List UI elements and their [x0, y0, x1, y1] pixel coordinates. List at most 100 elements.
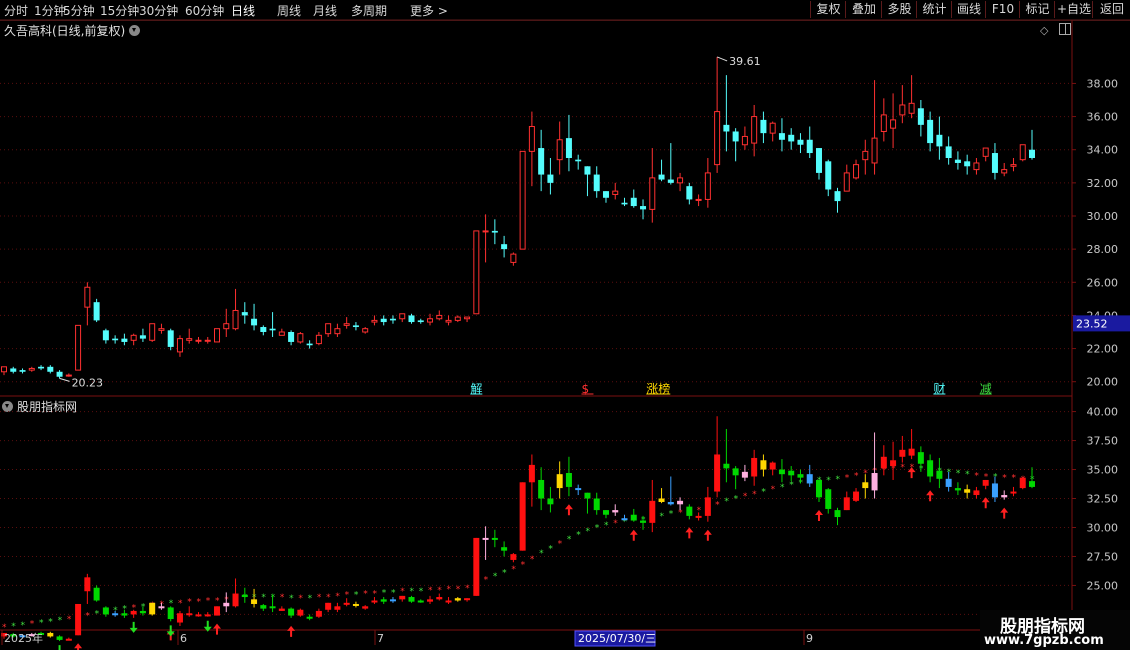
- candle-body: [491, 230, 498, 233]
- candle-body: [399, 313, 406, 320]
- dot-marker: *: [409, 587, 414, 597]
- sub-candle-body: [815, 479, 822, 498]
- y-tick-label: 35.00: [1087, 464, 1119, 477]
- dot-marker: *: [836, 475, 841, 485]
- dot-marker: *: [447, 585, 452, 595]
- sub-candle-body: [380, 599, 387, 602]
- sub-candle-body: [565, 473, 572, 487]
- sub-candle-body: [584, 492, 591, 499]
- sub-candle-body: [704, 497, 711, 516]
- sub-candle-body: [445, 600, 452, 603]
- sub-candle-body: [149, 602, 156, 615]
- sub-candle-body: [473, 537, 480, 596]
- candle-body: [139, 335, 146, 339]
- sub-candle-body: [945, 478, 952, 487]
- price-tag-label: 23.52: [1076, 317, 1108, 330]
- sub-candle-body: [825, 489, 832, 509]
- sub-candle-body: [602, 510, 609, 515]
- up-arrow-icon: [564, 504, 573, 516]
- y-tick-label: 36.00: [1087, 111, 1119, 124]
- dot-marker: *: [595, 523, 600, 533]
- sub-candle-body: [621, 518, 628, 521]
- candle-body: [612, 190, 619, 195]
- dot-marker: *: [669, 510, 674, 520]
- candle-body: [28, 367, 35, 371]
- y-tick-label: 26.00: [1087, 276, 1119, 289]
- dot-marker: *: [1002, 474, 1007, 484]
- dot-marker: *: [761, 488, 766, 498]
- sub-candle-body: [176, 613, 183, 623]
- candle-body: [815, 148, 822, 173]
- candle-body: [890, 119, 897, 129]
- candle-body: [853, 164, 860, 179]
- sub-candle-body: [167, 607, 174, 620]
- dot-marker: *: [298, 594, 303, 604]
- cursor-date-label: 2025/07/30/三: [578, 632, 656, 645]
- dot-marker: *: [576, 530, 581, 540]
- dot-marker: *: [660, 512, 665, 522]
- dot-marker: *: [48, 617, 53, 627]
- candle-body: [473, 230, 480, 315]
- dot-marker: *: [539, 549, 544, 559]
- sub-candle-body: [991, 483, 998, 498]
- candle-body: [269, 328, 276, 331]
- candle-body: [47, 366, 54, 372]
- sub-candle-body: [315, 610, 322, 617]
- sub-candle-body: [399, 595, 406, 600]
- watermark-url: www.7gpzb.com: [984, 633, 1104, 648]
- up-arrow-icon: [1000, 507, 1009, 519]
- dot-marker: *: [521, 561, 526, 571]
- y-tick-label: 32.00: [1087, 177, 1119, 190]
- y-tick-label: 30.00: [1087, 210, 1119, 223]
- sub-candle-body: [547, 498, 554, 505]
- candle-body: [158, 328, 165, 331]
- candle-body: [788, 134, 795, 142]
- candle-body: [769, 122, 776, 134]
- sub-candle-body: [751, 457, 758, 477]
- sub-candle-body: [251, 599, 258, 604]
- candle-body: [640, 206, 647, 210]
- dot-marker: *: [308, 594, 313, 604]
- sub-candle-body: [47, 632, 54, 637]
- sub-candle-body: [408, 597, 415, 602]
- candle-body: [371, 319, 378, 323]
- dot-marker: *: [1011, 474, 1016, 484]
- candle-body: [501, 244, 508, 250]
- dot-marker: *: [95, 609, 100, 619]
- sub-candle-body: [482, 537, 489, 540]
- dot-marker: *: [956, 469, 961, 479]
- dot-marker: *: [419, 587, 424, 597]
- sub-candle-body: [575, 488, 582, 491]
- sub-candle-body: [741, 471, 748, 478]
- candlestick-chart[interactable]: 38.0036.0034.0032.0030.0028.0026.0024.00…: [0, 0, 1130, 650]
- dot-marker: *: [391, 588, 396, 598]
- up-arrow-icon: [814, 509, 823, 521]
- low-pointer: [59, 377, 70, 382]
- sub-candle-body: [232, 593, 239, 607]
- dot-marker: *: [604, 521, 609, 531]
- candle-body: [223, 323, 230, 330]
- sub-candle-body: [389, 599, 396, 602]
- dot-marker: *: [567, 535, 572, 545]
- sub-candle-body: [769, 462, 776, 470]
- candle-body: [186, 338, 193, 341]
- dot-marker: *: [178, 599, 183, 609]
- y-tick-label: 40.00: [1087, 406, 1119, 419]
- candle-body: [288, 332, 295, 342]
- dot-marker: *: [548, 544, 553, 554]
- candle-body: [621, 202, 628, 205]
- candle-body: [1029, 149, 1035, 158]
- candle-body: [843, 172, 850, 192]
- candle-body: [834, 191, 841, 202]
- low-price-label: 20.23: [72, 376, 104, 389]
- sub-candle-body: [325, 602, 332, 610]
- candle-body: [121, 338, 128, 342]
- y-tick-label: 20.00: [1087, 376, 1119, 389]
- dot-marker: *: [400, 587, 405, 597]
- sub-candle-body: [427, 599, 434, 602]
- sub-candle-body: [371, 600, 378, 603]
- candle-body: [297, 333, 304, 343]
- dot-marker: *: [261, 593, 266, 603]
- sub-candle-body: [334, 606, 341, 610]
- candle-body: [954, 159, 961, 163]
